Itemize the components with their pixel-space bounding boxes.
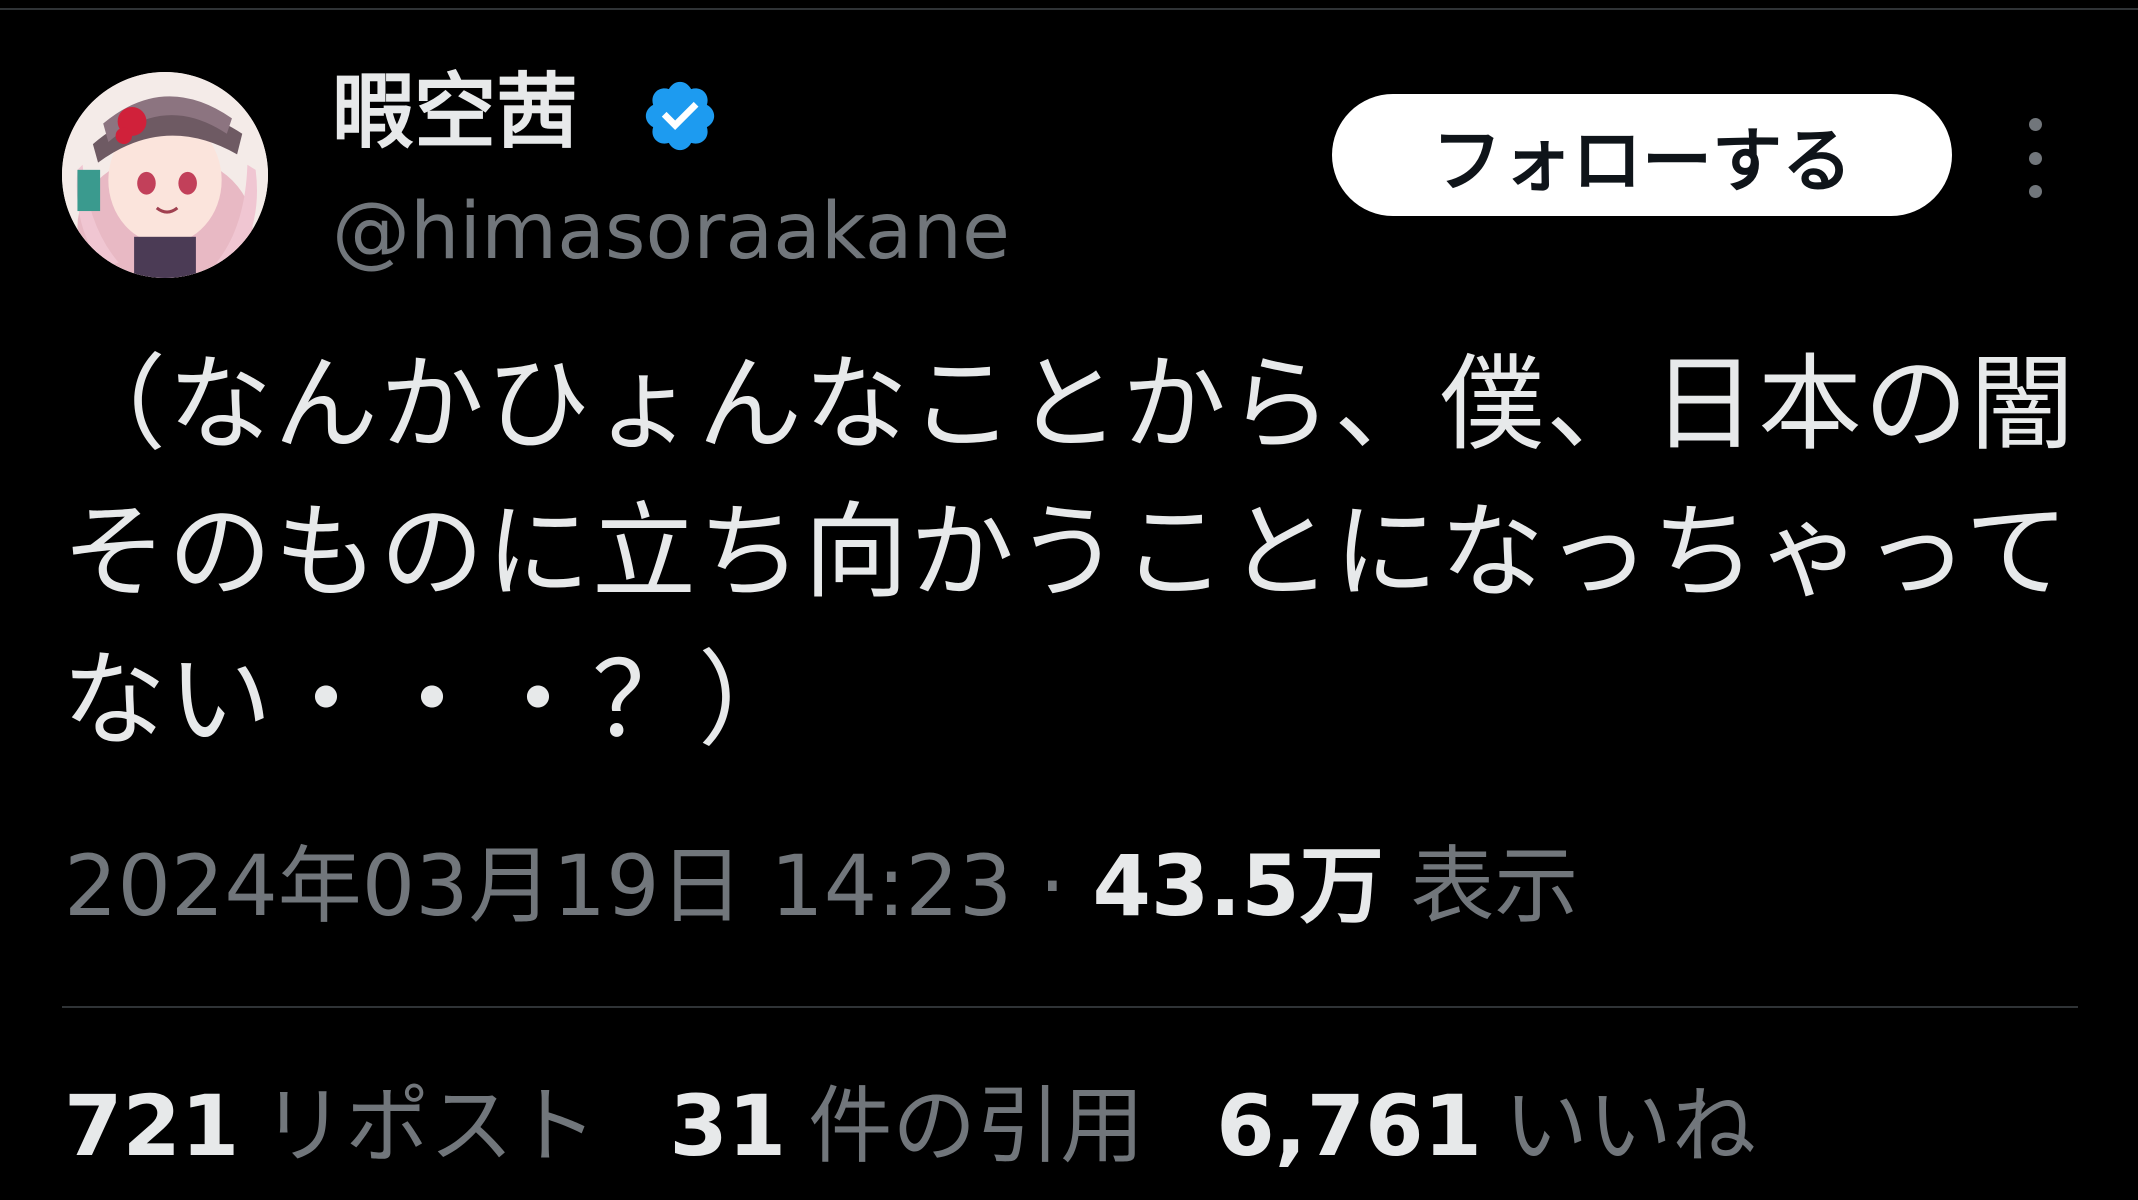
tweet-meta: 2024年03月19日 14:23 · 43.5万 表示 [64, 836, 1578, 936]
quotes-stat[interactable]: 31 件の引用 [669, 1076, 1144, 1176]
more-dot [2028, 151, 2042, 165]
more-dot [2028, 118, 2042, 131]
avatar[interactable] [62, 72, 268, 278]
views-label: 表示 [1410, 837, 1579, 935]
display-name[interactable]: 暇空茜 [332, 58, 578, 168]
more-vertical-icon[interactable] [2010, 118, 2060, 198]
more-dot [2028, 185, 2042, 198]
avatar-image [62, 72, 268, 278]
quotes-count: 31 [669, 1077, 787, 1175]
reposts-count: 721 [64, 1077, 240, 1175]
user-handle[interactable]: @himasoraakane [332, 182, 1010, 282]
follow-button[interactable]: フォローする [1332, 94, 1952, 216]
meta-separator: · [1012, 837, 1093, 935]
quotes-label: 件の引用 [808, 1077, 1145, 1175]
tweet-text: （なんかひょんなことから、僕、日本の闇そのものに立ち向かうことになっちゃってない… [62, 343, 2077, 761]
reposts-label: リポスト [261, 1077, 598, 1175]
verified-badge-icon [645, 81, 715, 151]
likes-count: 6,761 [1216, 1077, 1482, 1175]
reposts-stat[interactable]: 721 リポスト [64, 1076, 597, 1176]
top-divider [0, 8, 2138, 10]
tweet-timestamp[interactable]: 2024年03月19日 14:23 [64, 837, 1012, 935]
stats-divider [62, 1006, 2078, 1008]
likes-label: いいね [1503, 1077, 1756, 1175]
likes-stat[interactable]: 6,761 いいね [1216, 1076, 1756, 1176]
views-count: 43.5万 [1092, 837, 1384, 935]
engagement-stats: 721 リポスト 31 件の引用 6,761 いいね [64, 1076, 1756, 1176]
